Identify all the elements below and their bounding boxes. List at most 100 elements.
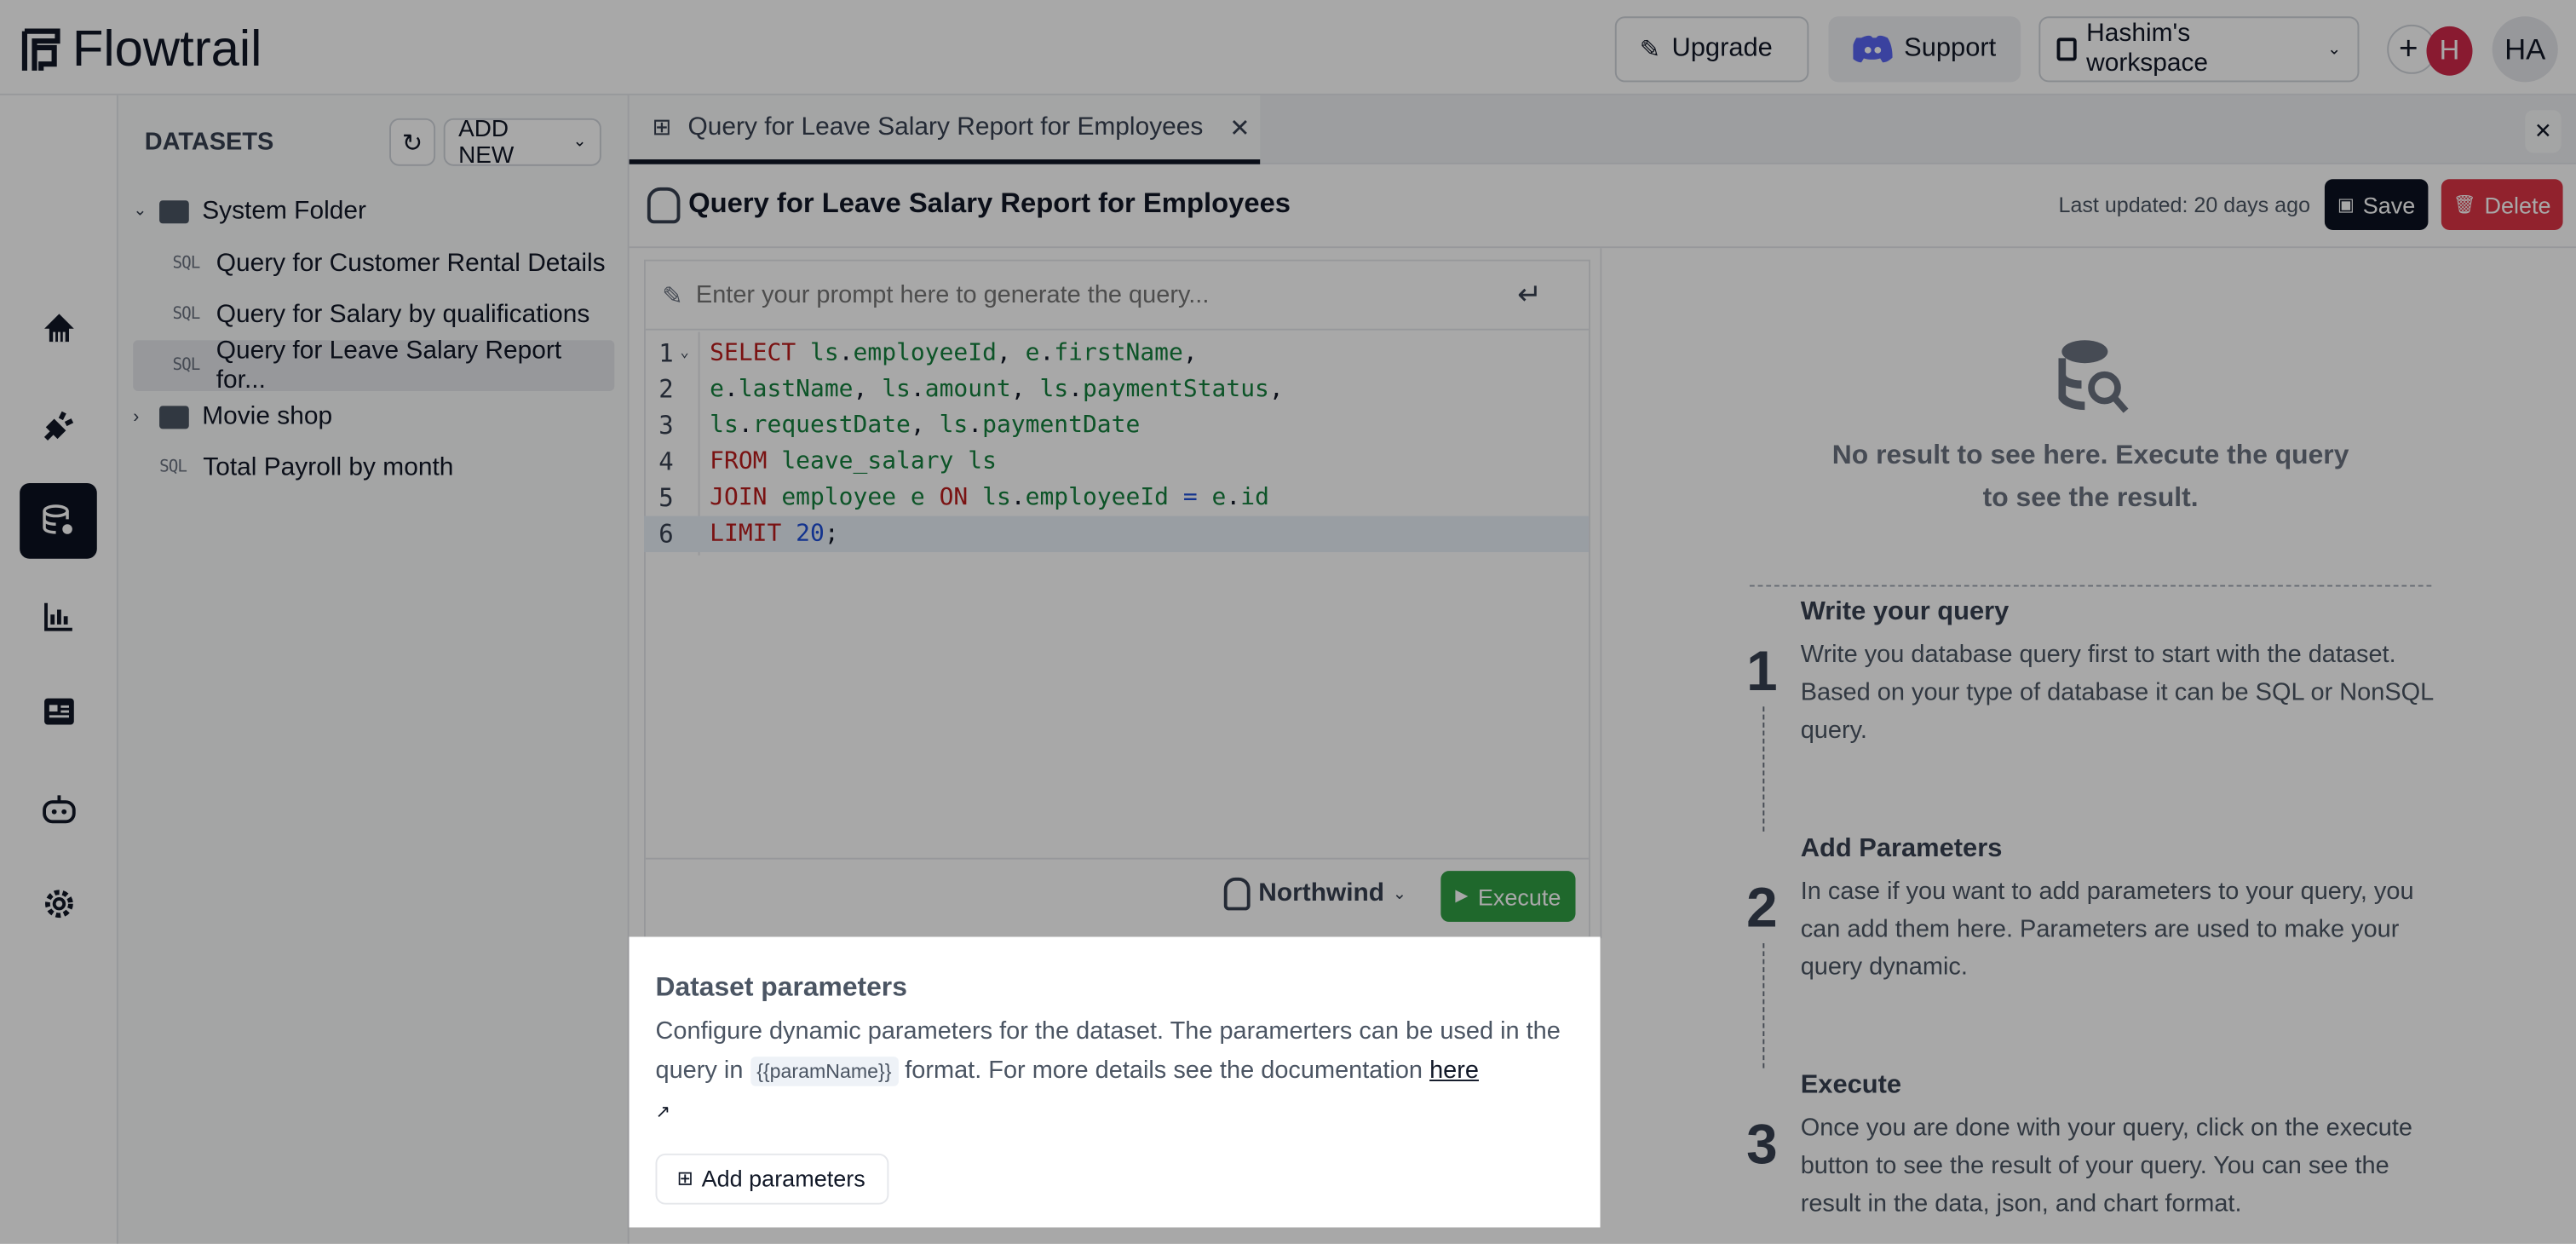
close-tab-icon[interactable]: ✕ xyxy=(1229,112,1250,142)
sql-operator: = xyxy=(1182,484,1198,511)
item-label: Query for Salary by qualifications xyxy=(216,299,590,328)
brand-logo[interactable]: Flowtrail xyxy=(20,20,262,78)
code-line[interactable]: 4 FROM leave_salary ls xyxy=(644,444,1589,480)
sql-keyword: SELECT xyxy=(710,340,796,367)
tab-query[interactable]: ⊞ Query for Leave Salary Report for Empl… xyxy=(629,95,1261,164)
tree-item-salary-qualifications[interactable]: SQL Query for Salary by qualifications xyxy=(133,289,614,340)
code-line[interactable]: 2 e.lastName, ls.amount, ls.paymentStatus… xyxy=(644,371,1589,407)
member-avatar[interactable]: H xyxy=(2426,26,2473,76)
user-avatar[interactable]: HA xyxy=(2492,16,2558,83)
add-new-button[interactable]: ADD NEW ⌄ xyxy=(443,115,601,169)
code-line[interactable]: 1 SELECT ls.employeeId, e.firstName, ⌄ xyxy=(644,335,1589,371)
gear-icon[interactable] xyxy=(20,866,97,942)
discord-icon xyxy=(1853,35,1893,63)
sql-punctuation: . xyxy=(968,412,983,439)
sql-punctuation: . xyxy=(838,340,854,367)
chevron-down-icon: ⌄ xyxy=(133,202,147,221)
step-connector xyxy=(1762,706,1765,832)
user-initials: HA xyxy=(2504,32,2546,66)
app: Flowtrail ✎ Upgrade Support Hashim's work… xyxy=(0,0,2576,1244)
tree-item-leave-salary[interactable]: SQL Query for Leave Salary Report for... xyxy=(133,336,615,394)
upgrade-button[interactable]: ✎ Upgrade xyxy=(1614,16,1809,83)
sql-punctuation: . xyxy=(1010,484,1026,511)
dataset-icon[interactable] xyxy=(20,482,97,559)
sql-number: 20 xyxy=(796,521,825,548)
external-link-icon[interactable]: ↗ xyxy=(655,1103,670,1122)
datasource-selector[interactable]: Northwind ⌄ xyxy=(1223,877,1406,911)
sql-icon: SQL xyxy=(172,356,200,375)
folder-label: Movie shop xyxy=(202,401,333,430)
sql-punctuation xyxy=(767,485,781,511)
folder-icon xyxy=(159,405,189,429)
tree-item-customer-rental[interactable]: SQL Query for Customer Rental Details xyxy=(133,239,614,290)
code-text: e.lastName, ls.amount, ls.paymentStatus, xyxy=(710,377,1284,403)
code-text: ls.requestDate, ls.paymentDate xyxy=(710,412,1140,439)
folder-open-icon xyxy=(159,199,189,223)
workspace-label: Hashim's workspace xyxy=(2086,20,2209,78)
sql-identifier: ls xyxy=(982,484,1011,511)
trash-icon: 🗑 xyxy=(2452,195,2476,216)
save-icon: ▣ xyxy=(2337,195,2355,216)
support-button[interactable]: Support xyxy=(1828,16,2021,83)
parameters-title: Dataset parameters xyxy=(655,972,907,1003)
empty-line-2: to see the result. xyxy=(1982,482,2199,513)
sql-identifier: ls xyxy=(810,340,839,367)
line-number: 6 xyxy=(658,519,674,550)
tree-item-total-payroll[interactable]: SQL Total Payroll by month xyxy=(133,442,614,493)
sql-punctuation xyxy=(1198,485,1212,511)
dataset-icon xyxy=(647,187,681,224)
step-1-title: Write your query xyxy=(1800,597,2010,626)
sql-punctuation xyxy=(896,485,911,511)
tree-folder-system[interactable]: ⌄ System Folder xyxy=(133,186,614,237)
step-1-text: Write you database query first to start … xyxy=(1800,641,2434,745)
code-line[interactable]: 5 JOIN employee e ON ls.employeeId = e.id xyxy=(644,480,1589,515)
sql-punctuation: . xyxy=(738,412,753,439)
table-icon: ⊞ xyxy=(652,113,672,140)
icon-rail xyxy=(0,95,118,1244)
line-number: 5 xyxy=(658,482,674,513)
execute-button[interactable]: ▶ Execute xyxy=(1440,871,1576,922)
sql-punctuation xyxy=(925,485,940,511)
tree-folder-movie-shop[interactable]: › Movie shop xyxy=(133,391,614,442)
documentation-link[interactable]: here xyxy=(1429,1056,1479,1084)
close-panel-button[interactable]: ✕ xyxy=(2525,110,2562,153)
empty-line-1: No result to see here. Execute the query xyxy=(1831,440,2349,470)
delete-button[interactable]: 🗑 Delete xyxy=(2441,179,2563,230)
play-icon: ▶ xyxy=(1455,887,1469,906)
sql-identifier: e xyxy=(910,484,925,511)
bot-icon[interactable] xyxy=(20,770,97,846)
upgrade-label: Upgrade xyxy=(1671,34,1773,63)
sql-keyword: FROM xyxy=(710,448,768,475)
sql-keyword: JOIN xyxy=(710,484,768,511)
line-number: 4 xyxy=(658,446,674,477)
last-updated: Last updated: 20 days ago xyxy=(2058,192,2311,217)
sql-punctuation xyxy=(781,521,796,547)
brand-name: Flowtrail xyxy=(72,20,262,78)
item-label: Query for Leave Salary Report for... xyxy=(216,336,562,394)
prompt-row[interactable]: ✎ ↵ xyxy=(645,261,1589,331)
delete-label: Delete xyxy=(2484,191,2551,218)
home-icon[interactable] xyxy=(20,291,97,366)
code-line-active[interactable]: 6 LIMIT 20; xyxy=(643,515,1589,552)
sql-identifier: id xyxy=(1240,484,1269,511)
add-parameters-label: Add parameters xyxy=(701,1165,865,1192)
plug-icon[interactable] xyxy=(20,388,97,464)
fold-chevron-icon[interactable]: ⌄ xyxy=(680,345,688,361)
sql-punctuation: , xyxy=(853,376,868,403)
step-1-number: 1 xyxy=(1746,641,1778,704)
refresh-button[interactable]: ↻ xyxy=(389,118,436,166)
sql-punctuation: . xyxy=(723,376,739,403)
sql-punctuation xyxy=(1026,377,1040,403)
enter-icon[interactable]: ↵ xyxy=(1517,278,1542,312)
sql-punctuation: , xyxy=(1182,340,1198,367)
sql-identifier: employee xyxy=(781,484,897,511)
chart-icon[interactable] xyxy=(20,579,97,654)
add-parameters-button[interactable]: ⊞ Add parameters xyxy=(655,1152,889,1204)
prompt-input[interactable] xyxy=(695,280,1485,309)
add-new-label: ADD NEW xyxy=(458,115,515,169)
datasource-label: Northwind xyxy=(1258,878,1385,907)
dashboard-icon[interactable] xyxy=(20,674,97,750)
code-line[interactable]: 3 ls.requestDate, ls.paymentDate xyxy=(644,407,1589,443)
save-button[interactable]: ▣ Save xyxy=(2324,179,2429,230)
workspace-selector[interactable]: Hashim's workspace ⌄ xyxy=(2038,16,2360,83)
